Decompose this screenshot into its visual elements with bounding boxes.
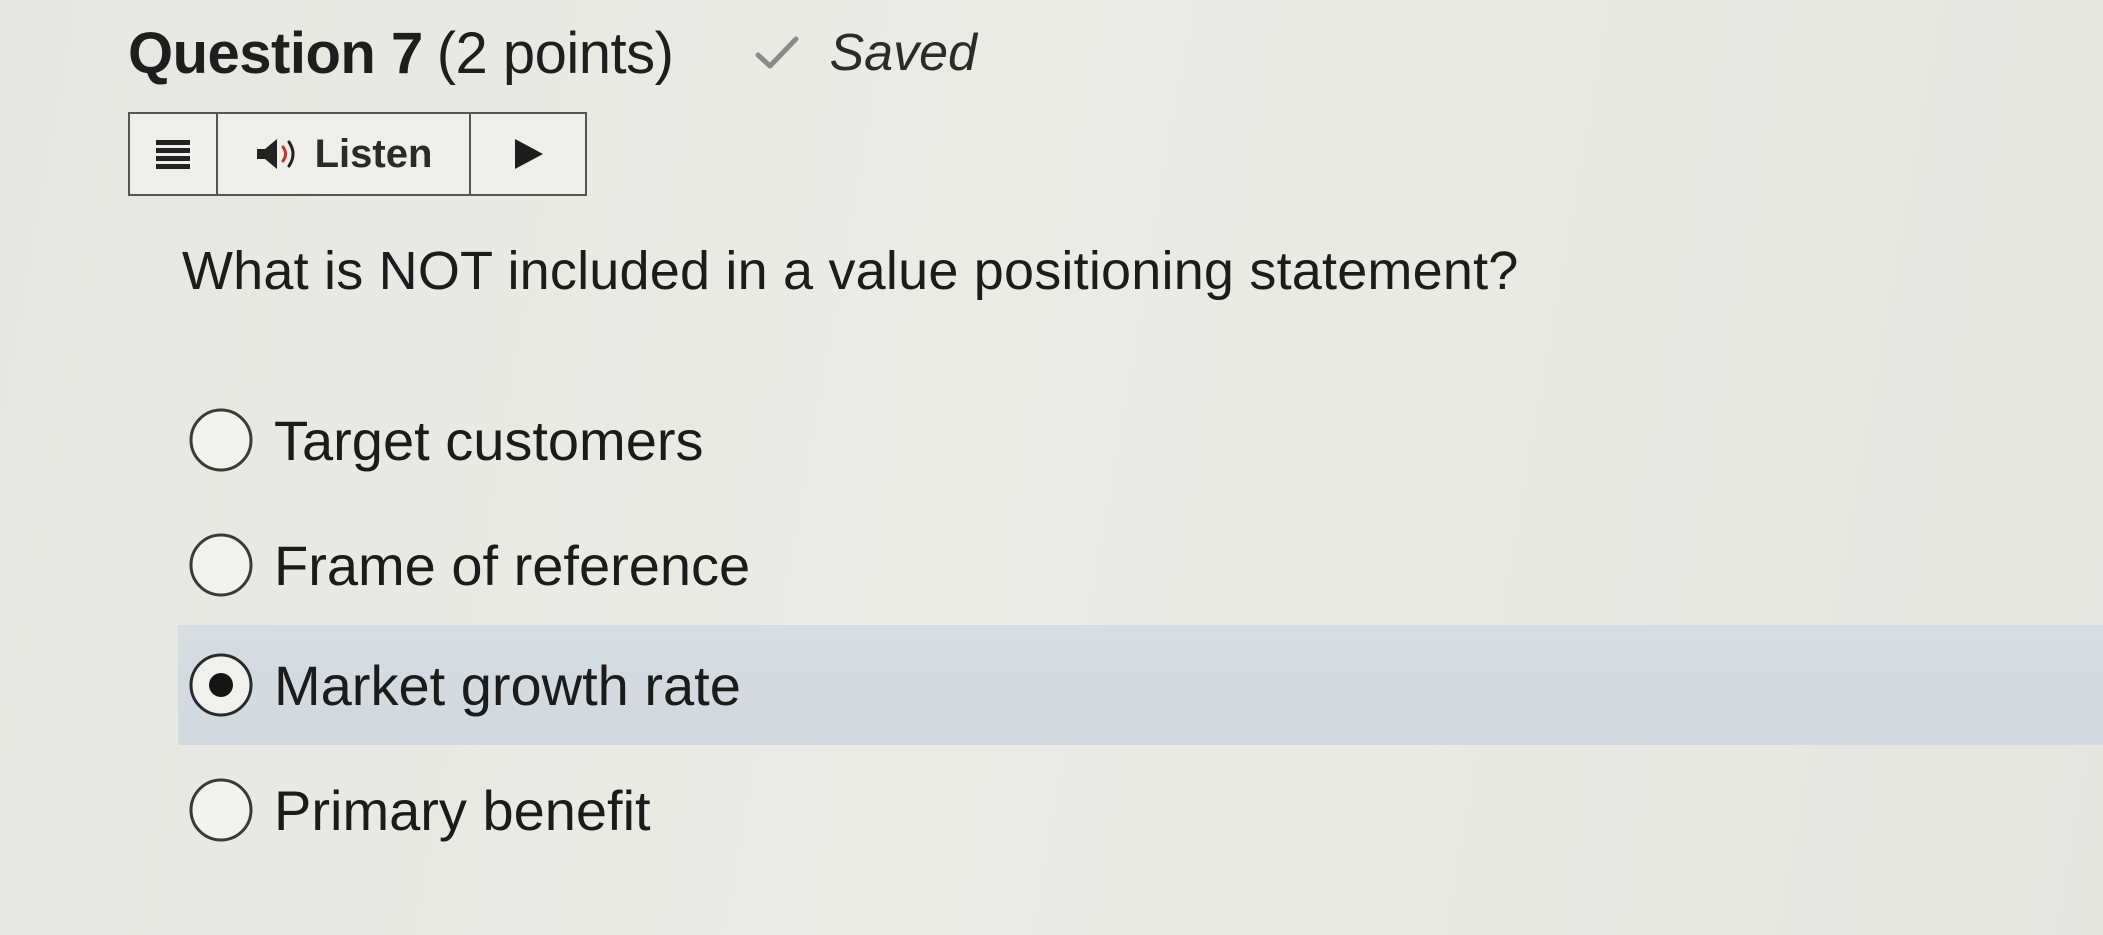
option-label: Market growth rate <box>274 653 741 717</box>
radio-checked-icon <box>189 653 253 717</box>
answer-options: Target customers Frame of reference Mark… <box>0 0 2103 935</box>
option-label: Primary benefit <box>274 778 651 842</box>
option-label: Frame of reference <box>274 533 751 597</box>
answer-option-selected[interactable]: Market growth rate <box>178 625 2103 745</box>
radio-button[interactable] <box>186 775 256 845</box>
radio-button[interactable] <box>186 650 256 720</box>
radio-unchecked-icon <box>189 778 253 842</box>
radio-unchecked-icon <box>189 408 253 472</box>
option-label: Target customers <box>274 408 704 472</box>
radio-button[interactable] <box>186 405 256 475</box>
answer-option[interactable]: Primary benefit <box>178 750 2103 870</box>
answer-option[interactable]: Target customers <box>178 380 2103 500</box>
radio-button[interactable] <box>186 530 256 600</box>
radio-unchecked-icon <box>189 533 253 597</box>
answer-option[interactable]: Frame of reference <box>178 505 2103 625</box>
